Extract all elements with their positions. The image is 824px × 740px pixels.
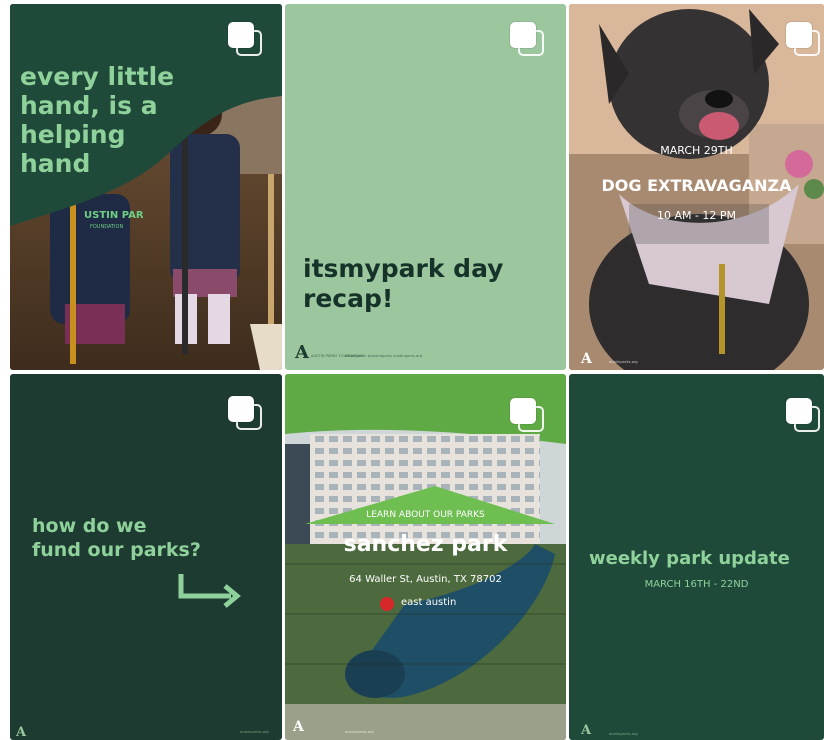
post-tile-fund[interactable]: how do we fund our parks? A austinparks.… — [10, 374, 282, 740]
location-pin-icon — [380, 597, 394, 611]
fine-print: #itsmypark #austinparks austinparks.org — [345, 354, 423, 358]
bent-arrow-icon — [178, 574, 241, 608]
post-tile-helping-hand[interactable]: USTIN PAR FOUNDATION every little hand, … — [10, 4, 282, 370]
shirt-text: USTIN PAR — [84, 210, 144, 221]
shirt-sub: FOUNDATION — [90, 224, 124, 230]
post-tile-sanchez[interactable]: LEARN ABOUT OUR PARKS sanchez park 64 Wa… — [285, 374, 566, 740]
event-title: DOG EXTRAVAGANZA — [601, 176, 792, 195]
kicker-text: LEARN ABOUT OUR PARKS — [366, 510, 485, 520]
headline-line: hand, is a — [20, 91, 158, 120]
post-tile-recap[interactable]: itsmypark day recap! A AUSTIN PARKS FOUN… — [285, 4, 566, 370]
fine-print: austinparks.org — [240, 730, 269, 734]
carousel-icon — [510, 22, 544, 56]
tile-headline: itsmypark day recap! — [303, 254, 503, 314]
foundation-logo: A — [293, 719, 304, 735]
headline-line: itsmypark day — [303, 254, 504, 283]
tile-headline: every little hand, is a helping hand — [20, 62, 174, 178]
post-tile-weekly[interactable]: weekly park update MARCH 16TH - 22ND A a… — [569, 374, 824, 740]
fine-print: austinparks.org — [345, 730, 374, 734]
post-tile-dog[interactable]: MARCH 29TH DOG EXTRAVAGANZA 10 AM - 12 P… — [569, 4, 824, 370]
carousel-icon — [228, 22, 262, 56]
tile-headline: how do we fund our parks? — [32, 514, 201, 562]
carousel-icon — [786, 22, 820, 56]
carousel-icon — [786, 398, 820, 432]
park-address: 64 Waller St, Austin, TX 78702 — [349, 574, 502, 585]
headline-line: recap! — [303, 284, 394, 313]
headline-line: how do we — [32, 515, 147, 537]
carousel-icon — [510, 398, 544, 432]
event-date: MARCH 29TH — [660, 144, 733, 157]
fine-print: austinparks.org — [609, 732, 638, 736]
foundation-logo: A — [295, 342, 309, 363]
foundation-logo: A — [581, 723, 592, 738]
foundation-logo: A — [581, 351, 592, 367]
event-time: 10 AM - 12 PM — [656, 209, 737, 222]
weekly-dates: MARCH 16TH - 22ND — [644, 579, 749, 590]
kids-photo — [10, 4, 282, 370]
park-area: east austin — [401, 597, 457, 608]
headline-line: helping — [20, 120, 126, 149]
foundation-logo: A — [16, 725, 27, 740]
post-grid: USTIN PAR FOUNDATION every little hand, … — [10, 4, 824, 740]
headline-line: fund our parks? — [32, 539, 201, 561]
headline-line: hand — [20, 149, 91, 178]
fine-print: austinparks.org — [609, 360, 638, 364]
weekly-title: weekly park update — [589, 548, 790, 569]
park-title: sanchez park — [343, 532, 508, 557]
headline-line: every little — [20, 62, 175, 91]
carousel-icon — [228, 396, 262, 430]
